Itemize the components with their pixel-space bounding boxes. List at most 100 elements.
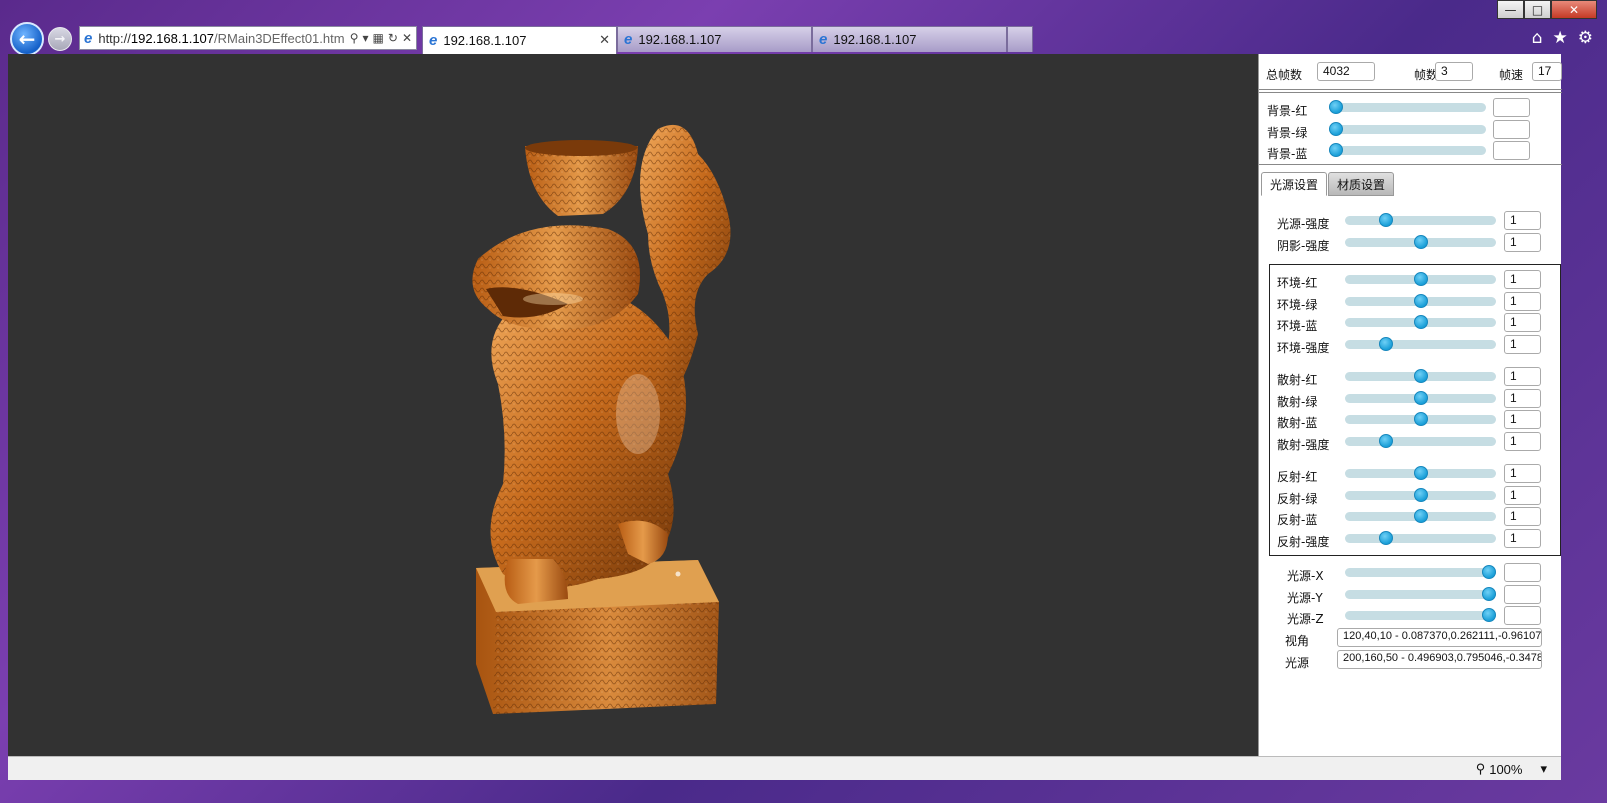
slider-handle[interactable]	[1413, 293, 1428, 308]
material-slider[interactable]	[1345, 293, 1496, 308]
material-value-field[interactable]: 1	[1504, 464, 1541, 483]
slider-handle[interactable]	[1413, 466, 1428, 480]
background-row-label: 背景-红	[1267, 104, 1308, 118]
material-slider[interactable]	[1345, 412, 1496, 426]
minimize-icon[interactable]: —	[1497, 0, 1524, 19]
light-slider[interactable]	[1345, 213, 1496, 227]
material-value-field[interactable]: 1	[1504, 485, 1541, 505]
slider-handle[interactable]	[1329, 143, 1343, 157]
slider-handle[interactable]	[1329, 100, 1343, 114]
slider-handle[interactable]	[1413, 369, 1428, 383]
refresh-icon[interactable]: ↻	[388, 31, 398, 45]
material-slider[interactable]	[1345, 369, 1496, 383]
address-url[interactable]: http://192.168.1.107/RMain3DEffect01.htm	[98, 31, 345, 46]
material-slider[interactable]	[1345, 272, 1496, 286]
tab-close-icon[interactable]: ✕	[599, 32, 610, 48]
slider-handle[interactable]	[1413, 315, 1428, 329]
slider-handle[interactable]	[1379, 213, 1394, 227]
background-slider[interactable]	[1329, 143, 1486, 157]
material-value-field[interactable]: 1	[1504, 528, 1541, 548]
slider-handle[interactable]	[1329, 121, 1343, 136]
light-value-field[interactable]: 1	[1504, 233, 1541, 252]
material-value-field[interactable]: 1	[1504, 367, 1541, 386]
background-slider[interactable]	[1329, 100, 1486, 114]
3d-viewport[interactable]	[8, 54, 1258, 756]
slider-handle[interactable]	[1413, 509, 1428, 523]
position-slider[interactable]	[1345, 565, 1496, 579]
tab-1[interactable]: e 192.168.1.107 ✕	[422, 26, 617, 54]
slider-handle[interactable]	[1379, 530, 1394, 545]
material-slider[interactable]	[1345, 433, 1496, 448]
slider-handle[interactable]	[1413, 487, 1428, 502]
ie-page-icon: e	[624, 31, 633, 48]
search-icon[interactable]: ⚲	[350, 31, 359, 45]
material-slider[interactable]	[1345, 487, 1496, 502]
material-value-field[interactable]: 1	[1504, 313, 1541, 332]
zoom-dropdown-icon[interactable]: ▾	[1540, 761, 1547, 777]
material-slider[interactable]	[1345, 315, 1496, 329]
background-value-field[interactable]	[1493, 141, 1530, 160]
light-slider[interactable]	[1345, 235, 1496, 249]
total-frames-label: 总帧数	[1266, 68, 1303, 82]
zoom-control[interactable]: ⚲ 100% ▾	[1476, 761, 1547, 777]
close-icon[interactable]: ✕	[1551, 0, 1597, 19]
position-slider[interactable]	[1345, 586, 1496, 601]
position-value-field[interactable]	[1504, 563, 1541, 582]
material-value-field[interactable]: 1	[1504, 410, 1541, 429]
slider-handle[interactable]	[1482, 586, 1496, 601]
position-value-field[interactable]	[1504, 606, 1541, 625]
dragon-statue-model[interactable]	[8, 54, 1258, 756]
light-value-field[interactable]: 1	[1504, 211, 1541, 230]
material-value-field[interactable]: 1	[1504, 270, 1541, 289]
light-source-field[interactable]: 200,160,50 - 0.496903,0.795046,-0.34783	[1337, 650, 1542, 669]
material-value-field[interactable]: 1	[1504, 507, 1541, 526]
slider-handle[interactable]	[1413, 390, 1428, 405]
material-slider[interactable]	[1345, 390, 1496, 405]
browser-chrome: — □ ✕ ← → e http://192.168.1.107/RMain3D…	[0, 0, 1607, 56]
material-value-field[interactable]: 1	[1504, 431, 1541, 451]
material-slider[interactable]	[1345, 336, 1496, 351]
tab-2[interactable]: e 192.168.1.107	[617, 26, 812, 52]
position-slider[interactable]	[1345, 608, 1496, 622]
frame-count-field[interactable]: 3	[1435, 62, 1473, 81]
material-row-label: 反射-强度	[1277, 534, 1330, 549]
tab-light-settings[interactable]: 光源设置	[1261, 172, 1328, 196]
slider-handle[interactable]	[1379, 433, 1394, 448]
background-value-field[interactable]	[1493, 98, 1530, 117]
background-row-label: 背景-蓝	[1267, 147, 1308, 161]
background-value-field[interactable]	[1493, 119, 1530, 139]
slider-handle[interactable]	[1413, 235, 1428, 249]
slider-handle[interactable]	[1379, 336, 1394, 351]
new-tab-button[interactable]	[1007, 26, 1033, 52]
tab-3[interactable]: e 192.168.1.107	[812, 26, 1007, 52]
material-value-field[interactable]: 1	[1504, 388, 1541, 408]
material-value-field[interactable]: 1	[1504, 291, 1541, 311]
control-panel: 总帧数 4032 帧数 3 帧速 17 背景-红 背景-绿 背景-蓝 光源设置 材质…	[1258, 54, 1562, 756]
forward-button[interactable]: →	[48, 27, 72, 51]
material-slider[interactable]	[1345, 509, 1496, 523]
divider	[1259, 92, 1562, 93]
frame-rate-field[interactable]: 17	[1532, 62, 1562, 81]
slider-handle[interactable]	[1482, 608, 1496, 622]
slider-handle[interactable]	[1413, 272, 1428, 286]
slider-handle[interactable]	[1413, 412, 1428, 426]
compat-view-icon[interactable]: ▦	[373, 31, 384, 45]
back-button[interactable]: ←	[10, 22, 44, 56]
material-value-field[interactable]: 1	[1504, 334, 1541, 354]
slider-handle[interactable]	[1482, 565, 1496, 579]
address-bar[interactable]: e http://192.168.1.107/RMain3DEffect01.h…	[79, 26, 417, 50]
view-angle-field[interactable]: 120,40,10 - 0.087370,0.262111,-0.96107	[1337, 628, 1542, 647]
favorites-star-icon[interactable]: ★	[1553, 28, 1568, 48]
background-slider[interactable]	[1329, 121, 1486, 136]
home-icon[interactable]: ⌂	[1532, 28, 1543, 48]
maximize-icon[interactable]: □	[1524, 0, 1551, 19]
gear-icon[interactable]: ⚙	[1578, 28, 1593, 48]
material-row-label: 环境-强度	[1277, 340, 1330, 355]
total-frames-field[interactable]: 4032	[1317, 62, 1375, 81]
tab-material-settings[interactable]: 材质设置	[1328, 172, 1395, 196]
material-slider[interactable]	[1345, 530, 1496, 545]
dropdown-icon[interactable]: ▾	[363, 31, 369, 45]
material-slider[interactable]	[1345, 466, 1496, 480]
position-value-field[interactable]	[1504, 584, 1541, 604]
stop-icon[interactable]: ✕	[402, 31, 412, 45]
